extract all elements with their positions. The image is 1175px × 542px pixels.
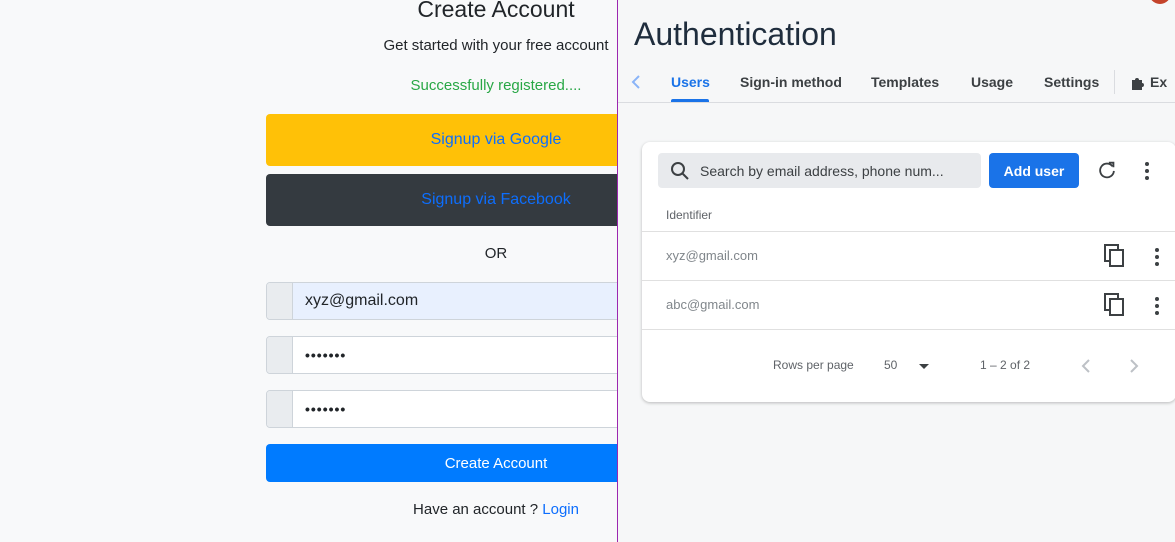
avatar[interactable] (1149, 0, 1171, 4)
have-account-label: Have an account ? (413, 501, 539, 518)
search-icon (671, 161, 689, 180)
dropdown-arrow-icon[interactable] (918, 363, 930, 371)
copy-icon[interactable] (1104, 293, 1126, 317)
tab-users[interactable]: Users (671, 74, 710, 90)
copy-icon[interactable] (1104, 244, 1126, 268)
extensions-icon (1132, 78, 1144, 90)
rows-per-page-select[interactable]: 50 (884, 358, 897, 372)
tab-templates[interactable]: Templates (871, 74, 939, 90)
signup-page: Create Account Get started with your fre… (0, 0, 726, 542)
login-link[interactable]: Login (542, 501, 579, 518)
search-input[interactable]: Search by email address, phone num... (658, 153, 981, 188)
users-card: Search by email address, phone num... Ad… (642, 142, 1175, 402)
more-vert-icon[interactable] (1152, 247, 1162, 267)
search-placeholder: Search by email address, phone num... (700, 162, 944, 179)
table-row[interactable]: abc@gmail.com (642, 280, 1175, 329)
chevron-right-icon[interactable] (1128, 358, 1140, 374)
email-addon (267, 283, 293, 319)
tab-usage[interactable]: Usage (971, 74, 1013, 90)
auth-tabs: Users Sign-in method Templates Usage Set… (618, 64, 1175, 103)
tab-settings[interactable]: Settings (1044, 74, 1099, 90)
active-tab-indicator (671, 99, 709, 102)
tab-extensions[interactable]: Ex (1130, 74, 1170, 90)
auth-title: Authentication (634, 16, 837, 52)
password-addon (267, 337, 293, 373)
table-row[interactable]: xyz@gmail.com (642, 231, 1175, 280)
tab-sign-in-method[interactable]: Sign-in method (740, 74, 842, 90)
chevron-left-icon[interactable] (1080, 358, 1092, 374)
chevron-left-icon[interactable] (628, 72, 644, 92)
more-vert-icon[interactable] (1142, 161, 1152, 181)
user-identifier: xyz@gmail.com (666, 248, 758, 263)
confirm-password-addon (267, 391, 293, 427)
column-header-identifier[interactable]: Identifier (666, 208, 712, 222)
tab-separator (1114, 70, 1115, 94)
more-vert-icon[interactable] (1152, 296, 1162, 316)
rows-per-page-label: Rows per page (773, 358, 854, 372)
user-identifier: abc@gmail.com (666, 297, 760, 312)
refresh-icon[interactable] (1096, 159, 1118, 181)
auth-panel: Authentication Users Sign-in method Temp… (617, 0, 1175, 542)
add-user-button[interactable]: Add user (989, 153, 1079, 188)
pagination-footer: Rows per page 50 1 – 2 of 2 (642, 330, 1175, 402)
tab-extensions-label: Ex (1150, 74, 1168, 90)
pagination-range: 1 – 2 of 2 (980, 358, 1031, 372)
